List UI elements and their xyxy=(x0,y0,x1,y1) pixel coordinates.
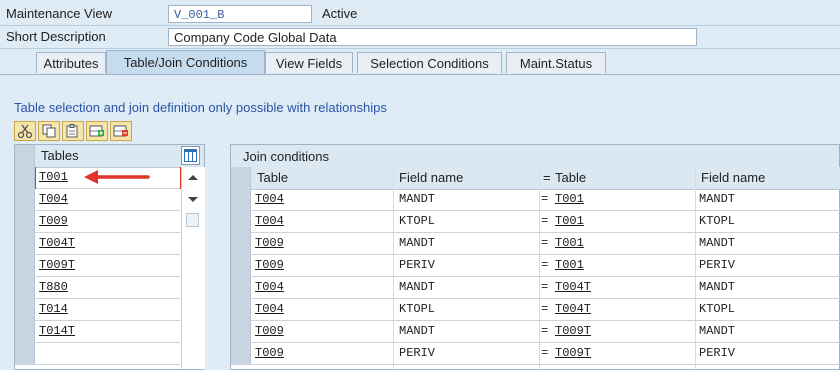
tab-view-fields[interactable]: View Fields xyxy=(265,52,353,73)
join-row[interactable]: T004 MANDT = T004T MANDT xyxy=(231,277,840,299)
col-header-field-name-2: Field name xyxy=(701,170,766,185)
table-row[interactable]: T004T xyxy=(15,233,180,255)
tables-rows: T001 T004 T009 T004T T009T T880 T014 T01… xyxy=(15,167,180,369)
maintenance-view-label: Maintenance View xyxy=(6,6,112,21)
join-header-row: Table Field name = Table Field name xyxy=(231,167,840,190)
arrow-annotation-icon xyxy=(84,170,150,184)
table-row[interactable]: T880 xyxy=(15,277,180,299)
join-row[interactable]: T004 KTOPL = T004T KTOPL xyxy=(231,299,840,321)
join-conditions-title: Join conditions xyxy=(230,144,840,168)
short-description-label: Short Description xyxy=(6,29,106,44)
join-select-all[interactable] xyxy=(231,167,251,189)
copy-icon xyxy=(42,124,56,138)
vertical-scrollbar[interactable] xyxy=(181,167,205,369)
divider xyxy=(0,25,840,26)
select-all-cell[interactable] xyxy=(15,145,35,167)
status-text: Active xyxy=(322,6,358,21)
cut-button[interactable] xyxy=(14,121,36,141)
join-row[interactable]: T009 MANDT = T009T MANDT xyxy=(231,321,840,343)
column-config-icon[interactable] xyxy=(181,146,200,165)
col-header-field-name: Field name xyxy=(399,170,464,185)
join-row[interactable]: T004 KTOPL = T001 KTOPL xyxy=(231,211,840,233)
col-header-table: Table xyxy=(257,170,289,185)
maintenance-view-input[interactable]: V_001_B xyxy=(168,5,312,23)
info-text: Table selection and join definition only… xyxy=(14,100,387,115)
table-row[interactable]: T004 xyxy=(15,189,180,211)
table-row[interactable]: T014T xyxy=(15,321,180,343)
join-row[interactable]: T009 MANDT = T001 MANDT xyxy=(231,233,840,255)
delete-row-icon xyxy=(113,125,128,137)
insert-row-icon xyxy=(89,125,104,137)
tab-table-join-conditions[interactable]: Table/Join Conditions xyxy=(106,50,265,74)
delete-row-button[interactable] xyxy=(110,121,132,141)
scroll-down-icon[interactable] xyxy=(188,197,198,202)
col-header-equals: = xyxy=(543,170,551,185)
copy-button[interactable] xyxy=(38,121,60,141)
divider xyxy=(0,48,840,49)
tab-strip: Attributes Table/Join Conditions View Fi… xyxy=(0,50,840,74)
table-row[interactable]: T009T xyxy=(15,255,180,277)
scroll-thumb[interactable] xyxy=(186,213,199,227)
tab-maint-status[interactable]: Maint.Status xyxy=(506,52,606,73)
col-header-table-2: Table xyxy=(555,170,587,185)
scroll-up-icon[interactable] xyxy=(188,175,198,180)
join-row[interactable]: T004 MANDT = T001 MANDT xyxy=(231,189,840,211)
short-description-input[interactable]: Company Code Global Data xyxy=(168,28,697,46)
tab-selection-conditions[interactable]: Selection Conditions xyxy=(357,52,502,73)
paste-icon xyxy=(66,124,78,138)
tab-attributes[interactable]: Attributes xyxy=(36,52,106,73)
join-row[interactable]: T009 PERIV = T009T PERIV xyxy=(231,343,840,365)
join-row[interactable]: T009 PERIV = T001 PERIV xyxy=(231,255,840,277)
cut-icon xyxy=(17,124,33,138)
join-conditions-grid: Table Field name = Table Field name T004… xyxy=(230,167,840,370)
insert-row-button[interactable] xyxy=(86,121,108,141)
paste-button[interactable] xyxy=(62,121,84,141)
table-row[interactable]: T009 xyxy=(15,211,180,233)
tables-header: Tables xyxy=(41,148,79,163)
table-row[interactable]: T014 xyxy=(15,299,180,321)
table-row[interactable] xyxy=(15,343,180,365)
